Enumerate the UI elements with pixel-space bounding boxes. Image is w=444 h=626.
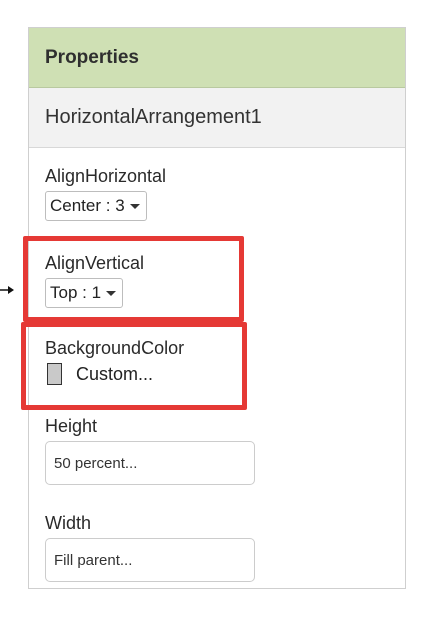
- background-color-label: BackgroundColor: [45, 338, 185, 358]
- component-name-bar: HorizontalArrangement1: [29, 88, 405, 148]
- property-background-color: BackgroundColor Custom...: [45, 338, 184, 385]
- properties-title: Properties: [45, 46, 139, 68]
- align-vertical-dropdown[interactable]: Top : 1: [45, 278, 124, 308]
- align-horizontal-dropdown[interactable]: Center : 3: [45, 191, 147, 221]
- background-color-value: Custom...: [76, 363, 154, 384]
- color-swatch: [47, 363, 62, 385]
- properties-header: Properties: [29, 28, 405, 88]
- align-vertical-value: Top : 1: [50, 283, 102, 302]
- property-height: Height 50 percent...: [45, 416, 255, 485]
- align-vertical-label: AlignVertical: [45, 253, 145, 273]
- height-input[interactable]: 50 percent...: [45, 441, 255, 485]
- page: Properties HorizontalArrangement1 AlignH…: [0, 0, 444, 626]
- height-value: 50 percent...: [54, 454, 138, 472]
- width-input[interactable]: Fill parent...: [45, 538, 255, 582]
- align-horizontal-label: AlignHorizontal: [45, 166, 167, 186]
- width-label: Width: [45, 513, 92, 533]
- component-name: HorizontalArrangement1: [45, 106, 262, 128]
- background-color-picker[interactable]: Custom...: [45, 363, 184, 385]
- align-horizontal-value: Center : 3: [50, 196, 125, 215]
- width-value: Fill parent...: [54, 551, 133, 569]
- properties-panel: Properties HorizontalArrangement1 AlignH…: [28, 27, 406, 589]
- chevron-down-icon: [129, 203, 140, 209]
- property-align-horizontal: AlignHorizontal Center : 3: [45, 166, 166, 221]
- arrow-right-icon: [0, 286, 14, 294]
- property-width: Width Fill parent...: [45, 513, 255, 582]
- height-label: Height: [45, 416, 98, 436]
- chevron-down-icon: [106, 290, 117, 296]
- property-align-vertical: AlignVertical Top : 1: [45, 253, 144, 308]
